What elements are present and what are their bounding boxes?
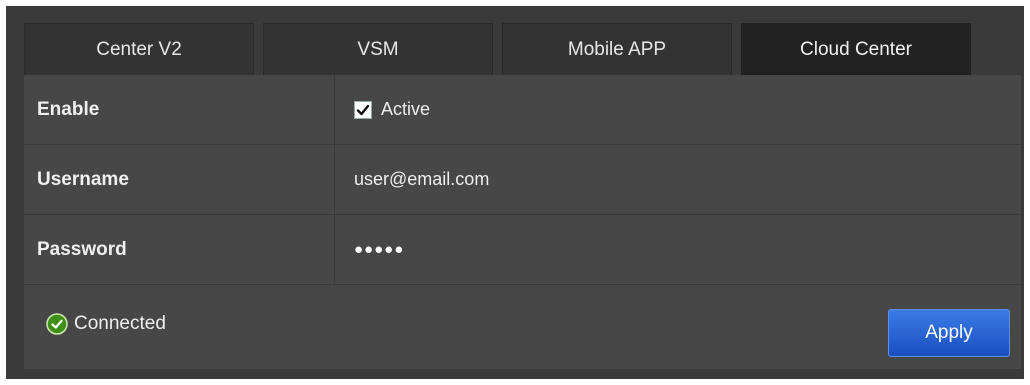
username-field[interactable]: user@email.com xyxy=(336,145,1021,214)
apply-button[interactable]: Apply xyxy=(888,309,1010,357)
checkmark-icon xyxy=(356,104,370,115)
settings-frame: Center V2 VSM Mobile APP Cloud Center En… xyxy=(6,6,1024,379)
password-label: Password xyxy=(24,215,335,284)
password-field[interactable]: ●●●●● xyxy=(336,215,1021,284)
tab-cloud-center[interactable]: Cloud Center xyxy=(741,23,971,75)
active-checkbox[interactable] xyxy=(354,100,372,119)
password-mask: ●●●●● xyxy=(354,241,405,258)
connection-status: Connected xyxy=(46,313,166,335)
status-text: Connected xyxy=(74,313,166,334)
check-circle-icon xyxy=(46,313,68,335)
username-label: Username xyxy=(24,145,335,214)
tab-center-v2[interactable]: Center V2 xyxy=(24,23,254,75)
enable-row: Enable Active xyxy=(24,75,1021,145)
tab-mobile-app[interactable]: Mobile APP xyxy=(502,23,732,75)
password-row: Password ●●●●● xyxy=(24,215,1021,285)
enable-label: Enable xyxy=(24,75,335,144)
enable-value: Active xyxy=(336,75,1021,144)
tab-bar: Center V2 VSM Mobile APP Cloud Center xyxy=(24,23,1024,75)
username-row: Username user@email.com xyxy=(24,145,1021,215)
cloud-center-panel: Enable Active Username user@email.com Pa… xyxy=(24,75,1021,369)
tab-vsm[interactable]: VSM xyxy=(263,23,493,75)
active-checkbox-label: Active xyxy=(381,99,431,119)
panel-footer: Connected Apply xyxy=(24,285,1021,369)
